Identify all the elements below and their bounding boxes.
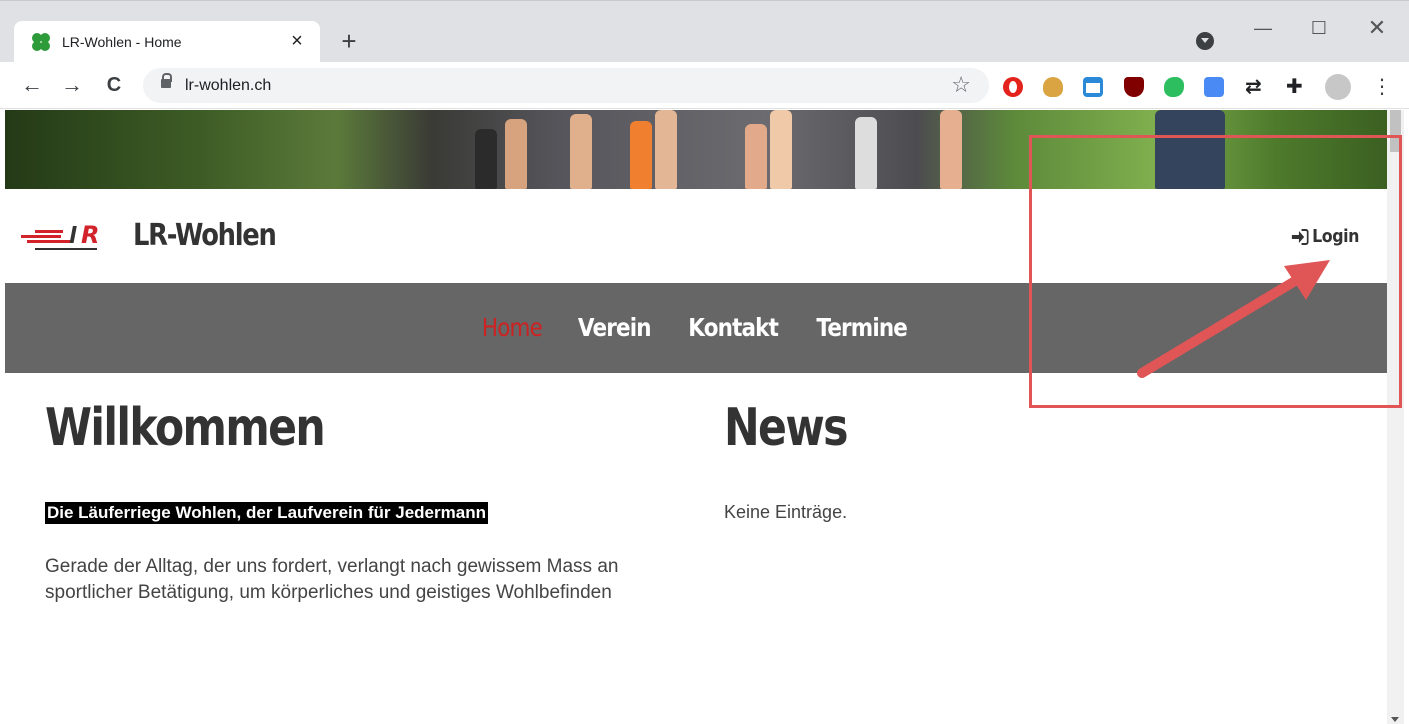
url-text[interactable]: lr-wohlen.ch (185, 77, 271, 95)
bookmark-star-icon[interactable]: ☆ (951, 72, 971, 98)
nav-item-termine[interactable]: Termine (817, 313, 908, 342)
window-icon[interactable] (1083, 77, 1103, 97)
evernote-icon[interactable] (1164, 77, 1184, 97)
news-empty-text: Keine Einträge. (724, 502, 848, 522)
site-name[interactable]: LR-Wohlen (133, 218, 277, 253)
runner-leg (570, 114, 592, 189)
sync-icon[interactable]: ⇄ (1245, 74, 1265, 98)
browser-toolbar: ← → C lr-wohlen.ch ☆ ⇄ ✚ ⋮ (0, 62, 1409, 109)
svg-text:l: l (69, 224, 77, 249)
close-window-button[interactable]: ✕ (1362, 15, 1392, 41)
tab-close-icon[interactable]: × (286, 29, 308, 53)
runner-leg (655, 110, 677, 189)
opera-icon[interactable] (1003, 77, 1023, 97)
runner-leg (940, 110, 962, 189)
address-bar[interactable]: lr-wohlen.ch ☆ (143, 68, 989, 103)
lock-icon[interactable] (161, 73, 172, 88)
ublock-icon[interactable] (1124, 77, 1144, 97)
tagline: Die Läuferriege Wohlen, der Laufverein f… (45, 502, 488, 524)
news-heading: News (724, 398, 848, 458)
scroll-down-arrow-icon[interactable] (1391, 717, 1399, 722)
puzzle-icon[interactable]: ✚ (1286, 74, 1306, 98)
minimize-button[interactable]: — (1248, 15, 1278, 41)
runner-leg (770, 110, 792, 189)
runner-leg (745, 124, 767, 189)
runner-leg (630, 121, 652, 189)
svg-text:R: R (81, 221, 99, 249)
clover-favicon-icon (32, 33, 50, 51)
forward-button[interactable]: → (60, 72, 84, 98)
back-button[interactable]: ← (20, 72, 44, 98)
browser-tab[interactable]: LR-Wohlen - Home × (14, 21, 320, 63)
avatar[interactable] (1325, 74, 1351, 100)
annotation-highlight-box (1029, 135, 1402, 408)
nav-item-kontakt[interactable]: Kontakt (688, 313, 779, 342)
nav-item-home[interactable]: Home (482, 313, 543, 342)
runner-leg (855, 117, 877, 189)
welcome-heading: Willkommen (45, 398, 326, 458)
intro-paragraph: Gerade der Alltag, der uns fordert, verl… (45, 556, 619, 603)
runner-leg (475, 129, 497, 189)
browser-menu-icon[interactable]: ⋮ (1372, 74, 1392, 99)
maximize-button[interactable]: ☐ (1304, 15, 1334, 41)
fox-icon[interactable] (1043, 77, 1063, 97)
tab-search-icon[interactable] (1196, 32, 1214, 50)
runner-leg (505, 119, 527, 189)
site-logo[interactable]: R l (21, 217, 105, 257)
new-tab-button[interactable]: + (336, 26, 362, 56)
translate-icon[interactable] (1204, 77, 1224, 97)
tab-title: LR-Wohlen - Home (62, 34, 182, 50)
reload-button[interactable]: C (102, 72, 126, 98)
nav-item-verein[interactable]: Verein (577, 313, 651, 342)
browser-tab-strip: LR-Wohlen - Home × + — ☐ ✕ (0, 0, 1409, 63)
